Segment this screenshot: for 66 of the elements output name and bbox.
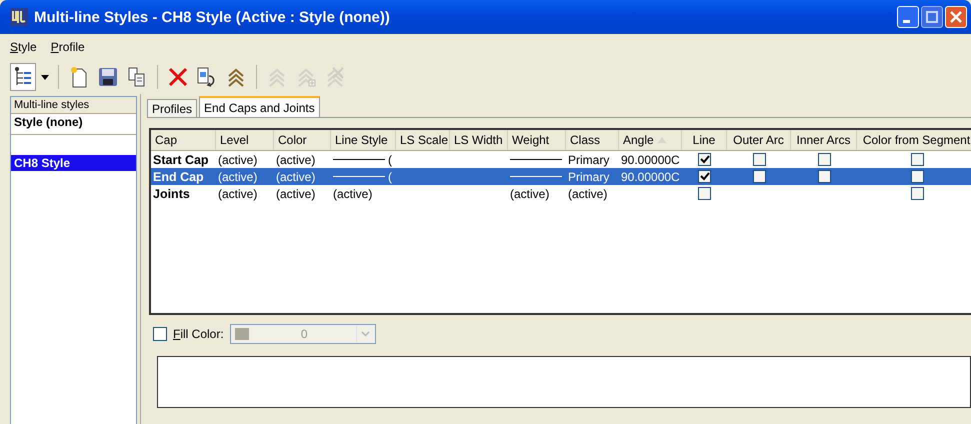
column-header[interactable]: Angle (619, 130, 682, 150)
table-cell: Joints (153, 186, 190, 200)
column-header[interactable]: Outer Arc (727, 130, 791, 150)
line-sample (333, 176, 385, 177)
minimize-icon (902, 20, 910, 22)
line-sample (333, 159, 385, 160)
minimize-button[interactable] (897, 6, 919, 28)
table-row[interactable]: Joints (active) (active) (active) (active) (active) (151, 185, 971, 202)
column-header[interactable]: Level (216, 130, 274, 150)
style-list-item[interactable]: CH8 Style (11, 155, 136, 172)
checkbox[interactable] (698, 153, 711, 166)
column-header[interactable]: Color (274, 130, 331, 150)
table-cell: (active) (510, 186, 550, 200)
checkbox[interactable] (910, 187, 924, 200)
style-list-item[interactable]: Style (none) (11, 114, 136, 135)
window-title: Multi-line Styles - CH8 Style (Active : Style (none)) (34, 8, 391, 26)
line-sample (510, 176, 562, 177)
column-header[interactable]: Line Style (331, 130, 396, 150)
menu-item[interactable]: Profile (50, 40, 85, 54)
checkbox[interactable] (698, 170, 711, 183)
line-sample (510, 159, 562, 160)
table-cell: ( (388, 170, 392, 184)
column-header[interactable]: Inner Arcs (791, 130, 857, 150)
table-cell: 90.00000C (621, 152, 680, 166)
close-icon (950, 11, 962, 23)
maximize-icon (926, 11, 938, 23)
table-cell: End Cap (153, 170, 204, 184)
tree-view-icon[interactable] (10, 63, 36, 91)
checkbox[interactable] (698, 187, 711, 200)
maximize-button[interactable] (921, 6, 943, 28)
table-cell: (active) (276, 186, 316, 200)
caret-icon (361, 331, 370, 337)
tab[interactable]: Profiles (147, 99, 198, 117)
table-cell: (active) (218, 152, 258, 166)
menu-item[interactable]: Style (10, 40, 37, 54)
checkbox[interactable] (910, 153, 924, 166)
checkbox[interactable] (818, 170, 830, 183)
column-header[interactable]: Line (682, 130, 727, 150)
table-cell: (active) (218, 170, 258, 184)
table-cell: ( (388, 152, 392, 166)
column-header[interactable]: Cap (151, 130, 216, 150)
table-row[interactable]: End Cap (active) (active) ( Primary 90.00000C (151, 168, 971, 185)
table-cell: 90.00000C (621, 170, 680, 184)
app-icon (10, 8, 28, 26)
column-header[interactable]: LS Width (450, 130, 508, 150)
table-cell: Start Cap (153, 152, 209, 166)
column-header[interactable]: Class (566, 130, 619, 150)
checkbox[interactable] (910, 170, 924, 183)
table-cell: (active) (218, 186, 258, 200)
table-cell: (active) (333, 186, 372, 200)
close-button[interactable] (945, 6, 967, 28)
list-header: Multi-line styles (11, 97, 136, 114)
column-header[interactable]: Weight (508, 130, 566, 150)
table-row[interactable]: Start Cap (active) (active) ( Primary 90.00000C (151, 151, 971, 168)
table-cell: (active) (276, 170, 316, 184)
table-cell: Primary (568, 170, 610, 184)
fill-color-label: Fill Color: (173, 327, 224, 341)
checkbox[interactable] (752, 153, 766, 166)
column-header[interactable]: LS Scale (396, 130, 450, 150)
table-cell: (active) (276, 152, 316, 166)
checkbox[interactable] (752, 170, 766, 183)
column-header[interactable]: Color from Segment (857, 130, 971, 150)
checkbox[interactable] (818, 153, 830, 166)
tab[interactable]: End Caps and Joints (199, 96, 320, 118)
table-cell: Primary (568, 152, 610, 166)
table-cell: (active) (568, 186, 608, 200)
